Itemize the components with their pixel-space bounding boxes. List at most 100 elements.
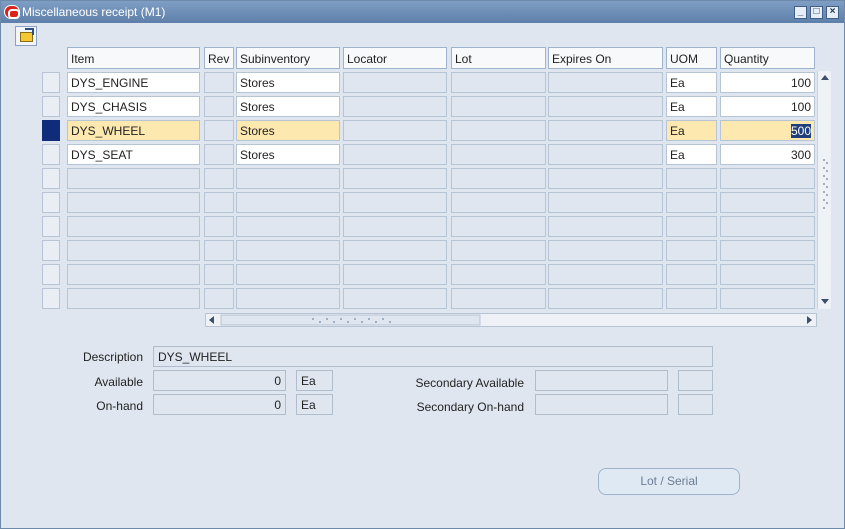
secondary-available-uom-field[interactable] xyxy=(678,370,713,391)
locator-cell[interactable] xyxy=(343,264,447,285)
quantity-cell[interactable] xyxy=(720,168,815,189)
uom-cell[interactable] xyxy=(666,264,717,285)
uom-cell[interactable] xyxy=(666,288,717,309)
uom-cell[interactable]: Ea xyxy=(666,72,717,93)
rev-cell[interactable] xyxy=(204,240,234,261)
quantity-cell-focused[interactable]: 500 xyxy=(720,120,815,141)
rev-cell[interactable] xyxy=(204,288,234,309)
lot-cell[interactable] xyxy=(451,96,546,117)
row-selector[interactable] xyxy=(42,264,60,285)
locator-cell[interactable] xyxy=(343,144,447,165)
expires-on-cell[interactable] xyxy=(548,192,663,213)
vertical-scrollbar[interactable] xyxy=(817,71,831,309)
locator-cell[interactable] xyxy=(343,96,447,117)
subinventory-cell[interactable]: Stores xyxy=(236,72,340,93)
lot-cell[interactable] xyxy=(451,192,546,213)
row-selector[interactable] xyxy=(42,216,60,237)
lot-cell[interactable] xyxy=(451,288,546,309)
item-cell[interactable] xyxy=(67,168,200,189)
quantity-cell[interactable] xyxy=(720,264,815,285)
column-header-locator[interactable]: Locator xyxy=(343,47,447,69)
expires-on-cell[interactable] xyxy=(548,144,663,165)
secondary-onhand-field[interactable] xyxy=(535,394,668,415)
quantity-cell[interactable] xyxy=(720,192,815,213)
row-selector-active[interactable] xyxy=(42,120,60,141)
maximize-icon[interactable]: □ xyxy=(810,6,823,19)
horizontal-scrollbar[interactable] xyxy=(205,313,817,327)
expires-on-cell[interactable] xyxy=(548,120,663,141)
subinventory-cell[interactable] xyxy=(236,216,340,237)
rev-cell[interactable] xyxy=(204,264,234,285)
item-cell[interactable]: DYS_ENGINE xyxy=(67,72,200,93)
secondary-onhand-uom-field[interactable] xyxy=(678,394,713,415)
rev-cell[interactable] xyxy=(204,168,234,189)
secondary-available-field[interactable] xyxy=(535,370,668,391)
subinventory-cell[interactable]: Stores xyxy=(236,96,340,117)
rev-cell[interactable] xyxy=(204,120,234,141)
rev-cell[interactable] xyxy=(204,216,234,237)
rev-cell[interactable] xyxy=(204,72,234,93)
uom-cell[interactable]: Ea xyxy=(666,120,717,141)
locator-cell[interactable] xyxy=(343,240,447,261)
column-header-expires-on[interactable]: Expires On xyxy=(548,47,663,69)
quantity-cell[interactable] xyxy=(720,216,815,237)
quantity-cell[interactable] xyxy=(720,288,815,309)
locator-cell[interactable] xyxy=(343,216,447,237)
uom-cell[interactable] xyxy=(666,168,717,189)
lot-cell[interactable] xyxy=(451,240,546,261)
item-cell[interactable] xyxy=(67,192,200,213)
row-selector[interactable] xyxy=(42,168,60,189)
row-selector[interactable] xyxy=(42,144,60,165)
expires-on-cell[interactable] xyxy=(548,216,663,237)
item-cell[interactable] xyxy=(67,288,200,309)
lot-cell[interactable] xyxy=(451,168,546,189)
uom-cell[interactable] xyxy=(666,216,717,237)
rev-cell[interactable] xyxy=(204,192,234,213)
column-header-item[interactable]: Item xyxy=(67,47,200,69)
row-selector[interactable] xyxy=(42,96,60,117)
lot-cell[interactable] xyxy=(451,72,546,93)
uom-cell[interactable]: Ea xyxy=(666,96,717,117)
lot-cell[interactable] xyxy=(451,216,546,237)
locator-cell[interactable] xyxy=(343,192,447,213)
locator-cell[interactable] xyxy=(343,120,447,141)
column-header-rev[interactable]: Rev xyxy=(204,47,234,69)
item-cell[interactable] xyxy=(67,216,200,237)
row-selector[interactable] xyxy=(42,192,60,213)
subinventory-cell[interactable]: Stores xyxy=(236,144,340,165)
available-field[interactable]: 0 xyxy=(153,370,286,391)
description-field[interactable]: DYS_WHEEL xyxy=(153,346,713,367)
item-cell[interactable]: DYS_WHEEL xyxy=(67,120,200,141)
minimize-icon[interactable]: _ xyxy=(794,6,807,19)
column-header-uom[interactable]: UOM xyxy=(666,47,717,69)
subinventory-cell[interactable] xyxy=(236,264,340,285)
expires-on-cell[interactable] xyxy=(548,264,663,285)
close-icon[interactable]: × xyxy=(826,6,839,19)
column-header-quantity[interactable]: Quantity xyxy=(720,47,815,69)
quantity-cell[interactable] xyxy=(720,240,815,261)
rev-cell[interactable] xyxy=(204,96,234,117)
quantity-cell[interactable]: 300 xyxy=(720,144,815,165)
quantity-cell[interactable]: 100 xyxy=(720,96,815,117)
subinventory-cell[interactable] xyxy=(236,168,340,189)
expires-on-cell[interactable] xyxy=(548,96,663,117)
uom-cell[interactable] xyxy=(666,240,717,261)
subinventory-cell[interactable] xyxy=(236,192,340,213)
row-selector[interactable] xyxy=(42,72,60,93)
item-cell[interactable] xyxy=(67,264,200,285)
lot-serial-button[interactable]: Lot / Serial xyxy=(598,468,740,495)
expires-on-cell[interactable] xyxy=(548,240,663,261)
row-selector[interactable] xyxy=(42,288,60,309)
item-cell[interactable]: DYS_SEAT xyxy=(67,144,200,165)
available-uom-field[interactable]: Ea xyxy=(296,370,333,391)
locator-cell[interactable] xyxy=(343,288,447,309)
uom-cell[interactable] xyxy=(666,192,717,213)
item-cell[interactable] xyxy=(67,240,200,261)
lot-cell[interactable] xyxy=(451,120,546,141)
locator-cell[interactable] xyxy=(343,72,447,93)
column-header-lot[interactable]: Lot xyxy=(451,47,546,69)
locator-cell[interactable] xyxy=(343,168,447,189)
onhand-uom-field[interactable]: Ea xyxy=(296,394,333,415)
open-folder-button[interactable] xyxy=(15,26,37,46)
expires-on-cell[interactable] xyxy=(548,72,663,93)
